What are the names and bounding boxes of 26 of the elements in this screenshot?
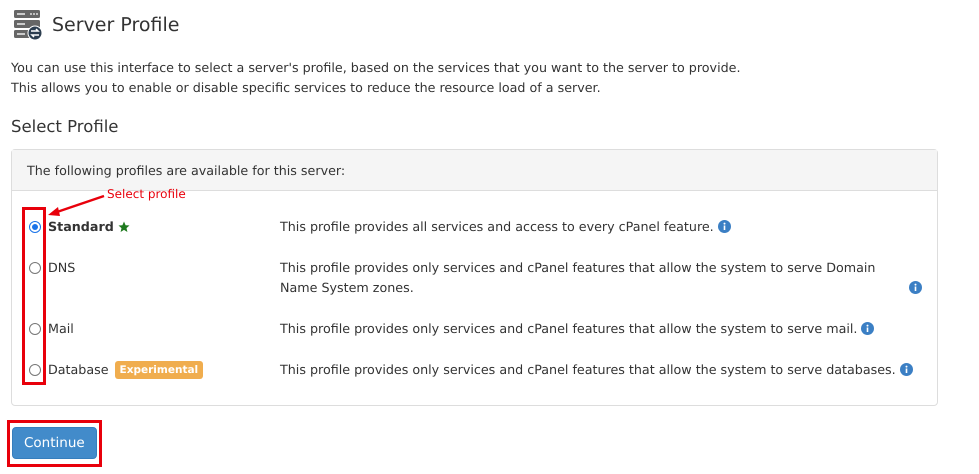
profile-name: Mail	[48, 320, 74, 338]
section-title: Select Profile	[11, 117, 118, 138]
server-icon	[14, 10, 42, 40]
panel-heading: The following profiles are available for this server:	[27, 162, 346, 178]
experimental-badge: Experimental	[114, 361, 204, 379]
radio-button[interactable]	[29, 364, 41, 376]
radio-button[interactable]	[29, 262, 41, 274]
info-icon[interactable]	[900, 363, 913, 376]
radio-button[interactable]	[29, 221, 41, 233]
continue-button[interactable]: Continue	[12, 427, 97, 459]
profile-description: This profile provides only services and cPanel features that allow the system to serve Domain Name System zones.	[280, 259, 876, 297]
annotation-arrow	[46, 194, 106, 218]
profile-description: This profile provides all services and access to every cPanel feature.	[280, 218, 714, 236]
annotation-label: Select profile	[107, 187, 186, 201]
profile-name: Database	[48, 361, 109, 379]
profile-name: Standard	[48, 218, 114, 236]
page-title: Server Profile	[52, 14, 180, 36]
profile-name: DNS	[48, 259, 76, 277]
info-icon[interactable]	[861, 322, 874, 335]
radio-button[interactable]	[29, 323, 41, 335]
intro-text: You can use this interface to select a server's profile, based on the services that you want to the server to provide.	[11, 59, 740, 77]
info-icon[interactable]	[909, 281, 922, 294]
info-icon[interactable]	[718, 220, 731, 233]
intro-text: This allows you to enable or disable specific services to reduce the resource load of a server.	[11, 79, 601, 97]
profile-description: This profile provides only services and cPanel features that allow the system to serve mail.	[280, 320, 858, 338]
profile-description: This profile provides only services and cPanel features that allow the system to serve databases.	[280, 361, 896, 379]
